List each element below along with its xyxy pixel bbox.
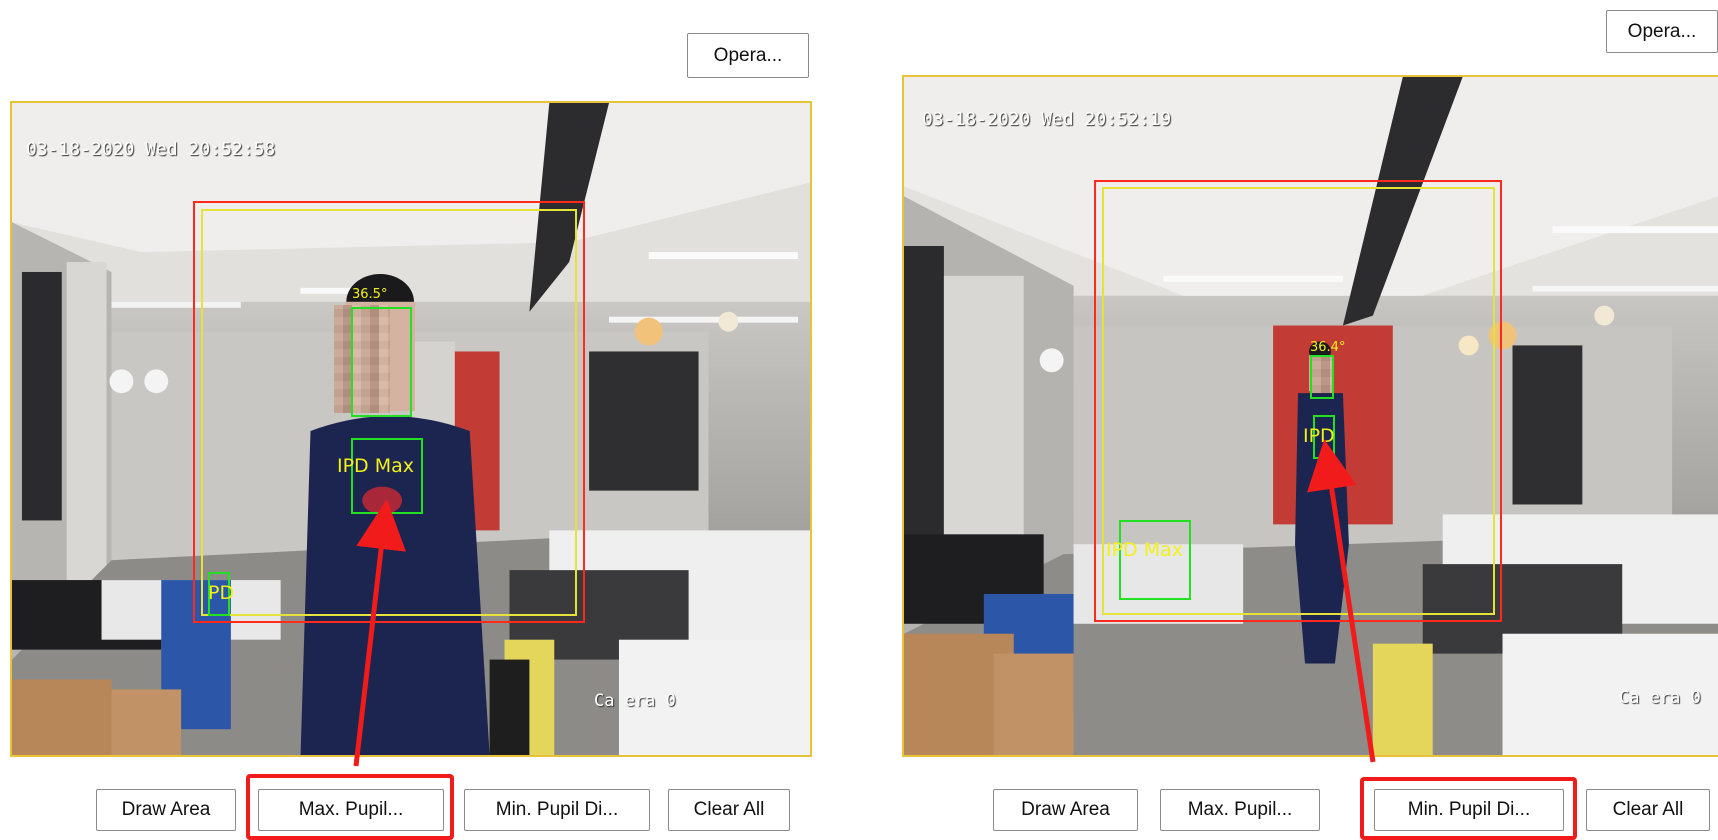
- face-detection-box: [1310, 355, 1334, 399]
- camera-name-overlay: Ca era 0: [1619, 688, 1701, 708]
- video-preview[interactable]: 03-18-2020 Wed 20:52:19 Ca era 0 36.4° I…: [902, 75, 1718, 757]
- timestamp-overlay: 03-18-2020 Wed 20:52:19: [922, 109, 1172, 130]
- right-panel: Opera... 03-18-2020 Wed 20:52:19 Ca era …: [0, 0, 1718, 840]
- max-pupil-distance-button[interactable]: Max. Pupil...: [1160, 789, 1320, 831]
- ipd-min-label: IPD: [1303, 425, 1335, 447]
- ipd-max-label: IPD Max: [1106, 539, 1184, 561]
- highlight-frame: [1360, 777, 1577, 840]
- operation-button[interactable]: Opera...: [1606, 10, 1718, 53]
- clear-all-button[interactable]: Clear All: [1586, 789, 1710, 831]
- temperature-label: 36.4°: [1310, 340, 1346, 355]
- draw-area-button[interactable]: Draw Area: [993, 789, 1138, 831]
